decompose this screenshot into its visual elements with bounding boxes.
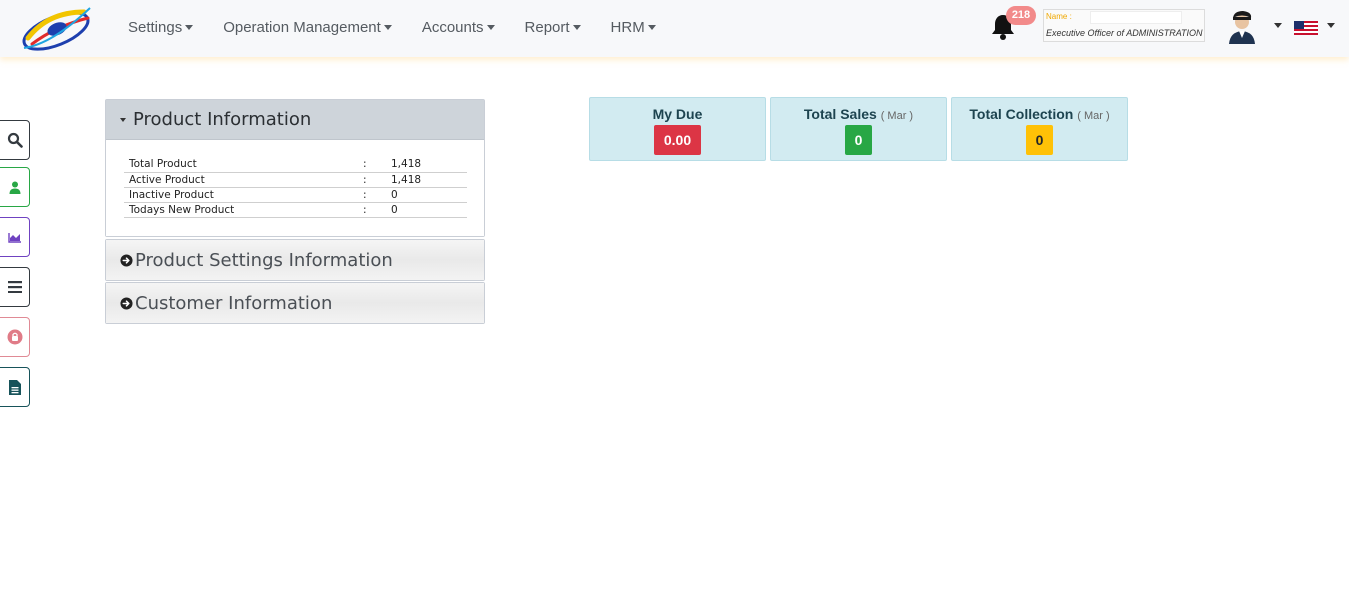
- customer-information-header[interactable]: Customer Information: [106, 283, 484, 323]
- caret-down-icon: [486, 24, 495, 30]
- file-icon: [9, 379, 21, 395]
- menu-operation-management[interactable]: Operation Management: [223, 19, 392, 36]
- menu-settings[interactable]: Settings: [128, 18, 194, 36]
- menu-accounts[interactable]: Accounts: [422, 19, 495, 36]
- row-value: 0: [386, 202, 467, 218]
- main-menu: Settings Operation Management Accounts R…: [128, 0, 686, 54]
- caret-down-icon: [647, 24, 656, 30]
- product-information-header[interactable]: Product Information: [106, 100, 484, 140]
- sidebar-chart-button[interactable]: [0, 217, 30, 257]
- area-chart-icon: [8, 232, 21, 243]
- row-value: 1,418: [386, 172, 467, 188]
- row-label: Inactive Product: [124, 187, 358, 203]
- sidebar-search-button[interactable]: [0, 120, 30, 160]
- row-separator: :: [358, 172, 386, 188]
- card-period: ( Mar ): [1077, 110, 1110, 122]
- product-information-panel: Product Information Total Product : 1,41…: [105, 99, 485, 237]
- caret-down-icon: [120, 117, 126, 122]
- menu-label: Settings: [128, 18, 183, 36]
- total-collection-card: Total Collection ( Mar ) 0: [951, 97, 1128, 161]
- list-icon: [8, 281, 22, 293]
- circle-arrow-right-icon: [120, 253, 133, 267]
- language-dropdown-caret-icon[interactable]: [1327, 23, 1335, 28]
- lock-icon: [7, 329, 23, 345]
- notification-badge[interactable]: 218: [1006, 6, 1036, 25]
- caret-down-icon: [383, 24, 392, 30]
- my-due-card: My Due 0.00: [589, 97, 766, 161]
- caret-down-icon: [185, 24, 194, 30]
- sidebar-user-button[interactable]: [0, 167, 30, 207]
- circle-arrow-right-icon: [120, 296, 133, 310]
- row-value: 1,418: [386, 157, 467, 173]
- panel-title: Product Information: [133, 109, 312, 130]
- customer-information-panel: Customer Information: [105, 282, 485, 324]
- card-value: 0: [844, 125, 873, 155]
- menu-label: Operation Management: [223, 18, 381, 36]
- card-title: My Due: [590, 106, 765, 122]
- table-row: Inactive Product : 0: [124, 187, 467, 203]
- sidebar-list-button[interactable]: [0, 267, 30, 307]
- avatar-dropdown-caret-icon[interactable]: [1274, 23, 1282, 28]
- user-role: Executive Officer of ADMINISTRATION: [1046, 28, 1203, 38]
- card-value: 0: [1025, 125, 1054, 155]
- sidebar-document-button[interactable]: [0, 367, 30, 407]
- card-title-text: Total Sales: [803, 106, 877, 122]
- table-row: Active Product : 1,418: [124, 172, 467, 188]
- sidebar-lock-button[interactable]: [0, 317, 30, 357]
- row-label: Todays New Product: [124, 202, 358, 218]
- row-separator: :: [358, 187, 386, 203]
- top-navbar: Settings Operation Management Accounts R…: [0, 0, 1349, 57]
- row-separator: :: [358, 202, 386, 218]
- card-title: Total Collection ( Mar ): [952, 106, 1127, 122]
- caret-down-icon: [572, 24, 581, 30]
- panel-title: Product Settings Information: [135, 249, 393, 271]
- product-settings-information-header[interactable]: Product Settings Information: [106, 240, 484, 280]
- panel-title: Customer Information: [135, 292, 333, 314]
- product-info-table: Total Product : 1,418 Active Product : 1…: [124, 157, 467, 218]
- total-sales-card: Total Sales ( Mar ) 0: [770, 97, 947, 161]
- menu-hrm[interactable]: HRM: [611, 19, 656, 36]
- company-logo[interactable]: [18, 4, 96, 54]
- table-row: Total Product : 1,418: [124, 157, 467, 173]
- avatar[interactable]: [1226, 8, 1258, 44]
- menu-label: Report: [524, 18, 570, 36]
- product-information-body: Total Product : 1,418 Active Product : 1…: [106, 140, 484, 236]
- user-name-row: Name :: [1046, 12, 1072, 21]
- table-row: Todays New Product : 0: [124, 202, 467, 218]
- card-value: 0.00: [653, 125, 702, 155]
- card-title: Total Sales ( Mar ): [771, 106, 946, 122]
- row-separator: :: [358, 157, 386, 173]
- row-value: 0: [386, 187, 467, 203]
- user-name-value: [1090, 11, 1182, 24]
- row-label: Active Product: [124, 172, 358, 188]
- product-settings-information-panel: Product Settings Information: [105, 239, 485, 281]
- menu-label: HRM: [610, 18, 645, 36]
- card-title-text: My Due: [652, 106, 703, 122]
- us-flag-icon[interactable]: [1294, 21, 1318, 35]
- menu-report[interactable]: Report: [525, 19, 581, 36]
- user-name-label: Name :: [1046, 12, 1072, 21]
- card-title-text: Total Collection: [969, 106, 1074, 122]
- user-icon: [9, 181, 21, 194]
- search-icon: [7, 132, 23, 148]
- user-info-box: Name : Executive Officer of ADMINISTRATI…: [1043, 9, 1205, 42]
- menu-label: Accounts: [421, 18, 484, 36]
- row-label: Total Product: [124, 157, 358, 173]
- card-period: ( Mar ): [880, 110, 914, 122]
